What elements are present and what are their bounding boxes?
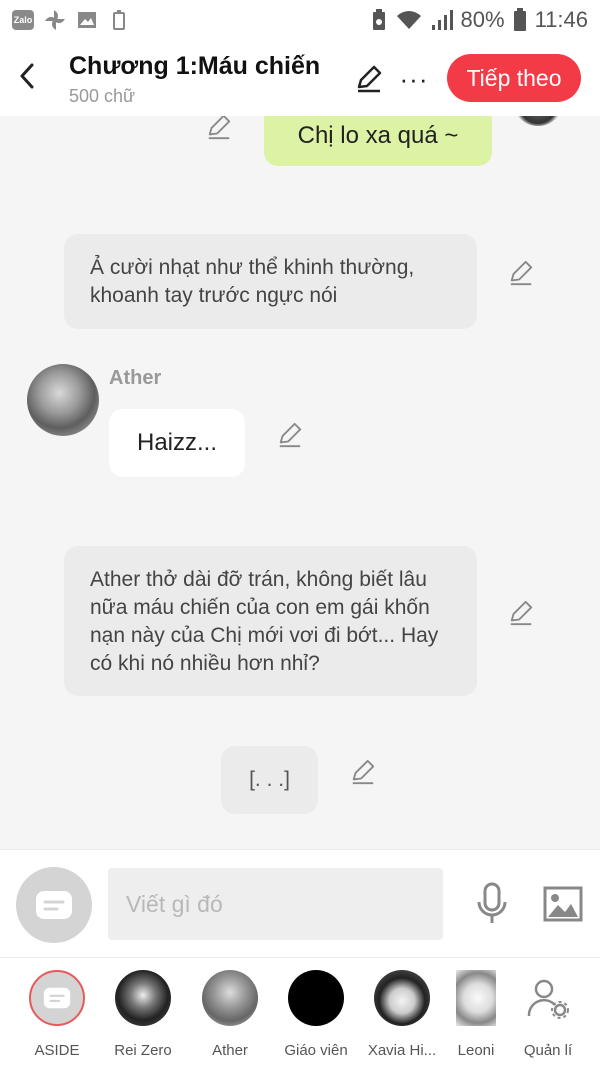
character-label: Giáo viên xyxy=(284,1042,348,1059)
edit-message-button[interactable] xyxy=(348,757,378,787)
user-settings-icon xyxy=(520,970,576,1026)
edit-message-button[interactable] xyxy=(275,420,305,450)
recycle-icon xyxy=(372,9,385,30)
signal-icon xyxy=(431,10,453,30)
wifi-icon xyxy=(396,11,421,29)
outgoing-message[interactable]: Chị lo xa quá ~ xyxy=(264,116,492,166)
sender-name: Ather xyxy=(109,367,162,389)
battery-saver-icon xyxy=(108,10,130,30)
character-giao-vien[interactable]: Giáo viên xyxy=(276,970,356,1059)
narration-message[interactable]: Ả cười nhạt như thể khinh thường, khoanh… xyxy=(64,234,477,329)
add-image-button[interactable] xyxy=(541,882,585,926)
aside-mode-button[interactable] xyxy=(16,867,92,943)
character-rei-zero[interactable]: Rei Zero xyxy=(103,970,183,1059)
back-button[interactable] xyxy=(12,58,42,94)
battery-percent: 80% xyxy=(460,7,505,32)
avatar[interactable] xyxy=(27,364,99,436)
clock: 11:46 xyxy=(534,7,588,32)
character-xavia[interactable]: Xavia Hi... xyxy=(362,970,442,1059)
status-bar: Zalo 80% 11:46 xyxy=(0,0,600,40)
next-chapter-button[interactable]: Tiếp theo xyxy=(447,54,581,102)
character-label: Leoni xyxy=(457,1042,495,1059)
voice-button[interactable] xyxy=(470,880,514,928)
avatar xyxy=(202,970,258,1026)
edit-message-button[interactable] xyxy=(204,116,234,142)
edit-chapter-button[interactable] xyxy=(352,62,386,96)
character-label: ASIDE xyxy=(34,1042,80,1059)
zalo-icon: Zalo xyxy=(12,10,34,30)
page-title: Chương 1:Máu chiến xyxy=(69,52,321,80)
character-label: Quản lí xyxy=(523,1042,573,1059)
pencil-icon xyxy=(279,422,302,448)
character-aside[interactable]: ASIDE xyxy=(17,970,97,1059)
battery-icon xyxy=(513,8,526,31)
pinwheel-icon xyxy=(44,10,66,30)
character-bar: ASIDE Rei Zero Ather Giáo viên Xavia Hi.… xyxy=(0,957,600,1067)
pencil-icon xyxy=(357,65,382,93)
edit-message-button[interactable] xyxy=(506,258,536,288)
character-leoni[interactable]: Leoni xyxy=(446,970,506,1059)
chevron-left-icon xyxy=(20,63,34,89)
message-icon xyxy=(36,891,72,919)
character-label: Rei Zero xyxy=(114,1042,172,1059)
avatar xyxy=(512,116,564,126)
word-count: 500 chữ xyxy=(69,86,136,106)
microphone-icon xyxy=(477,882,507,923)
pencil-icon xyxy=(208,116,231,140)
chat-area[interactable]: Chị lo xa quá ~ Ả cười nhạt như thể khin… xyxy=(0,116,600,849)
pencil-icon xyxy=(510,600,533,626)
pencil-icon xyxy=(510,260,533,286)
character-ather[interactable]: Ather xyxy=(190,970,270,1059)
composer xyxy=(0,849,600,957)
character-label: Xavia Hi... xyxy=(367,1042,437,1059)
message-input[interactable] xyxy=(108,868,443,940)
image-icon xyxy=(543,886,583,922)
message-icon xyxy=(43,987,71,1009)
chapter-header: Chương 1:Máu chiến 500 chữ ··· Tiếp theo xyxy=(0,40,600,116)
avatar xyxy=(374,970,430,1026)
more-options-button[interactable]: ··· xyxy=(398,62,430,96)
pencil-icon xyxy=(352,759,375,785)
incoming-message[interactable]: Haizz... xyxy=(109,409,245,477)
narration-message[interactable]: [. . .] xyxy=(221,746,318,814)
avatar xyxy=(29,970,85,1026)
narration-message[interactable]: Ather thở dài đỡ trán, không biết lâu nữ… xyxy=(64,546,477,696)
avatar xyxy=(115,970,171,1026)
character-label: Ather xyxy=(212,1042,248,1059)
gallery-icon xyxy=(76,10,98,30)
avatar xyxy=(456,970,496,1026)
manage-characters-button[interactable]: Quản lí xyxy=(508,970,588,1059)
avatar xyxy=(288,970,344,1026)
edit-message-button[interactable] xyxy=(506,598,536,628)
